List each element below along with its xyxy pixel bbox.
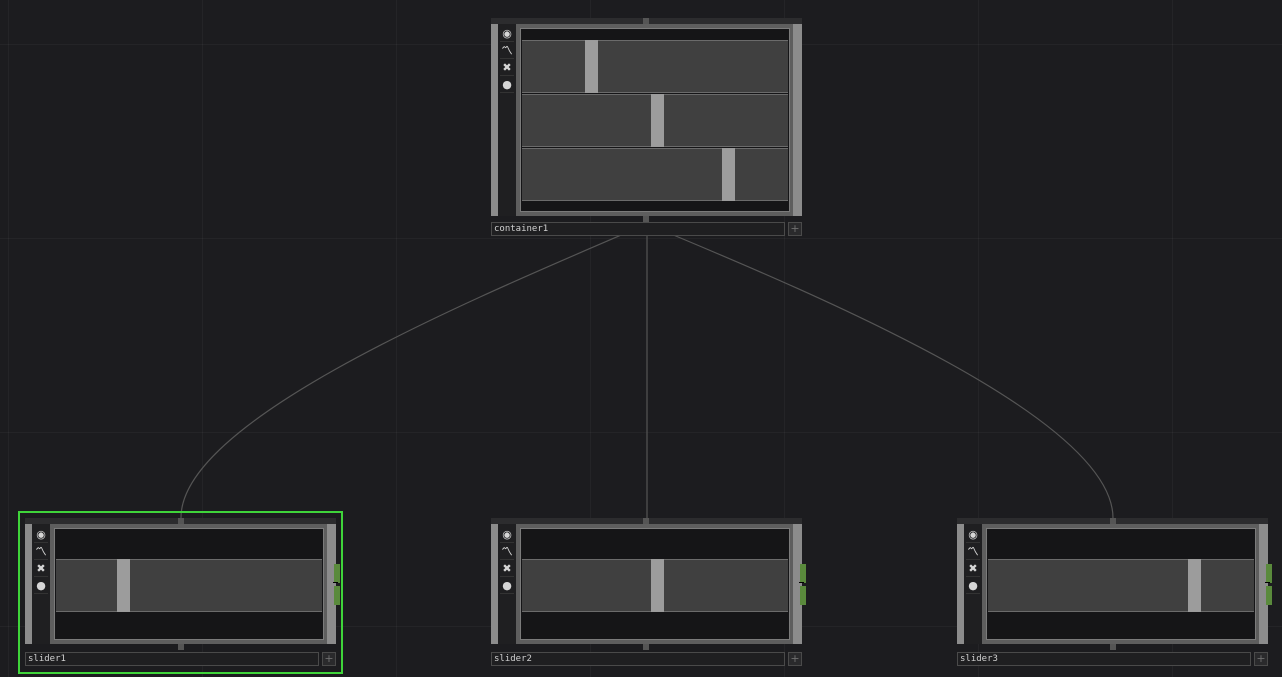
slider-row-2[interactable]: [522, 94, 788, 147]
operator-name-label[interactable]: slider2: [491, 652, 785, 666]
node-viewer[interactable]: [520, 528, 790, 640]
output-value-line: [1265, 582, 1270, 583]
network-editor-canvas[interactable]: ◉ 〽 ✖ ● container1 + ◉ 〽 ✖ ● slider1 + ◉…: [0, 0, 1282, 677]
lock-icon[interactable]: ●: [500, 78, 514, 93]
node-footer: slider3 +: [957, 652, 1268, 668]
node-left-bar: [957, 524, 964, 644]
node-right-bar: [327, 524, 340, 644]
operator-name-label[interactable]: slider3: [957, 652, 1251, 666]
operator-slider3[interactable]: ◉ 〽 ✖ ● slider3 +: [957, 518, 1272, 668]
node-tool-column: ◉ 〽 ✖ ●: [32, 524, 50, 644]
slider-handle[interactable]: [1188, 559, 1201, 612]
node-left-bar: [25, 524, 32, 644]
slider-handle[interactable]: [585, 40, 598, 93]
operator-slider1[interactable]: ◉ 〽 ✖ ● slider1 +: [25, 518, 340, 668]
slider-handle[interactable]: [651, 559, 664, 612]
output-value-line: [799, 582, 804, 583]
node-tool-column: ◉ 〽 ✖ ●: [498, 24, 516, 216]
node-body: ◉ 〽 ✖ ●: [491, 524, 806, 644]
operator-name-label[interactable]: container1: [491, 222, 785, 236]
node-viewer[interactable]: [54, 528, 324, 640]
delete-icon[interactable]: ✖: [500, 562, 514, 577]
add-operator-button[interactable]: +: [1254, 652, 1268, 666]
lock-icon[interactable]: ●: [34, 579, 48, 594]
output-value-indicator: [800, 564, 806, 583]
output-value-line: [333, 582, 338, 583]
node-body: ◉ 〽 ✖ ●: [491, 24, 802, 216]
slider-row-1[interactable]: [522, 40, 788, 93]
operator-name-label[interactable]: slider1: [25, 652, 319, 666]
slider-row-1[interactable]: [56, 559, 322, 612]
slider-handle[interactable]: [722, 148, 735, 201]
slider-row-1[interactable]: [988, 559, 1254, 612]
node-right-bar: [1259, 524, 1272, 644]
viewer-active-icon[interactable]: ◉: [34, 528, 48, 543]
output-connector[interactable]: [178, 644, 184, 650]
node-left-bar: [491, 524, 498, 644]
slider-handle[interactable]: [651, 94, 664, 147]
output-value-indicator: [334, 564, 340, 583]
delete-icon[interactable]: ✖: [966, 562, 980, 577]
bypass-icon[interactable]: 〽: [500, 545, 514, 560]
slider-handle[interactable]: [117, 559, 130, 612]
output-value-indicator: [1266, 564, 1272, 583]
node-body: ◉ 〽 ✖ ●: [25, 524, 340, 644]
node-body: ◉ 〽 ✖ ●: [957, 524, 1272, 644]
output-value-indicator: [800, 586, 806, 605]
bypass-icon[interactable]: 〽: [966, 545, 980, 560]
node-viewer[interactable]: [520, 28, 790, 212]
node-left-bar: [491, 24, 498, 216]
output-value-indicator: [1266, 586, 1272, 605]
node-viewer[interactable]: [986, 528, 1256, 640]
slider-row-3[interactable]: [522, 148, 788, 201]
node-tool-column: ◉ 〽 ✖ ●: [498, 524, 516, 644]
bypass-icon[interactable]: 〽: [500, 44, 514, 59]
bypass-icon[interactable]: 〽: [34, 545, 48, 560]
node-footer: slider2 +: [491, 652, 802, 668]
wire-container1-to-slider1[interactable]: [180, 223, 648, 519]
output-connector[interactable]: [643, 644, 649, 650]
node-footer: container1 +: [491, 222, 802, 238]
operator-slider2[interactable]: ◉ 〽 ✖ ● slider2 +: [491, 518, 806, 668]
viewer-active-icon[interactable]: ◉: [500, 528, 514, 543]
viewer-active-icon[interactable]: ◉: [500, 27, 514, 42]
add-operator-button[interactable]: +: [788, 652, 802, 666]
node-footer: slider1 +: [25, 652, 336, 668]
output-value-indicator: [334, 586, 340, 605]
viewer-active-icon[interactable]: ◉: [966, 528, 980, 543]
lock-icon[interactable]: ●: [500, 579, 514, 594]
delete-icon[interactable]: ✖: [500, 61, 514, 76]
node-right-bar: [793, 24, 802, 216]
node-right-bar: [793, 524, 806, 644]
node-tool-column: ◉ 〽 ✖ ●: [964, 524, 982, 644]
operator-container1[interactable]: ◉ 〽 ✖ ● container1 +: [491, 18, 802, 238]
slider-row-1[interactable]: [522, 559, 788, 612]
delete-icon[interactable]: ✖: [34, 562, 48, 577]
output-connector[interactable]: [1110, 644, 1116, 650]
wire-container1-to-slider3[interactable]: [646, 223, 1114, 519]
lock-icon[interactable]: ●: [966, 579, 980, 594]
add-operator-button[interactable]: +: [788, 222, 802, 236]
add-operator-button[interactable]: +: [322, 652, 336, 666]
